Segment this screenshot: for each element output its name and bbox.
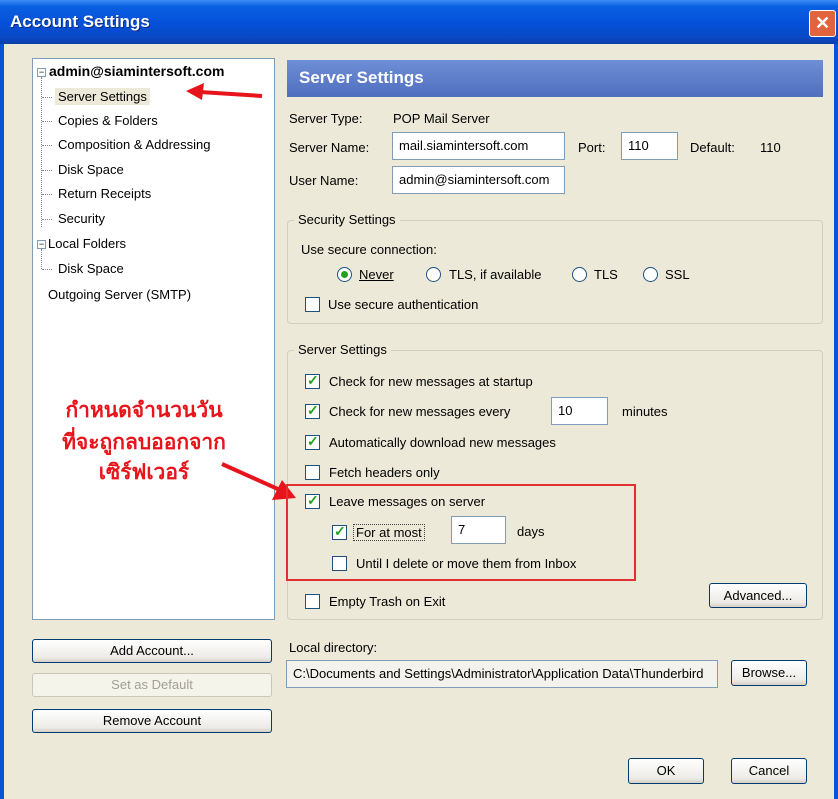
collapse-icon[interactable]: − [37, 240, 46, 249]
close-icon[interactable]: ✕ [809, 10, 836, 37]
annotation-arrow-icon [186, 83, 263, 100]
local-directory-input[interactable]: C:\Documents and Settings\Administrator\… [286, 660, 718, 688]
remove-account-label: Remove Account [102, 713, 202, 728]
tree-line [42, 145, 52, 146]
collapse-icon[interactable]: − [37, 68, 46, 77]
account-tree[interactable]: − admin@siamintersoft.com Server Setting… [32, 58, 275, 620]
check-every-label[interactable]: Check for new messages every [329, 404, 510, 419]
cancel-button[interactable]: Cancel [731, 758, 807, 784]
window-title: Account Settings [10, 12, 150, 31]
set-default-button[interactable]: Set as Default [32, 673, 272, 697]
tree-item-copies-folders[interactable]: Copies & Folders [58, 113, 158, 128]
tree-item-outgoing-server[interactable]: Outgoing Server (SMTP) [48, 287, 191, 302]
radio-never-label[interactable]: Never [359, 267, 394, 282]
secure-auth-checkbox[interactable] [305, 297, 320, 312]
default-port-label: Default: [690, 140, 735, 155]
add-account-button[interactable]: Add Account... [32, 639, 272, 663]
browse-label: Browse... [741, 665, 797, 680]
radio-tls-if-available[interactable] [426, 267, 441, 282]
server-type-label: Server Type: [289, 111, 363, 126]
check-every-input[interactable]: 10 [551, 397, 608, 425]
tree-line [42, 219, 52, 220]
radio-tls-if-available-label[interactable]: TLS, if available [449, 267, 542, 282]
add-account-label: Add Account... [110, 643, 194, 658]
port-label: Port: [578, 140, 606, 155]
ok-button[interactable]: OK [628, 758, 704, 784]
panel-header: Server Settings [287, 60, 823, 97]
cancel-label: Cancel [748, 763, 790, 778]
tree-line [42, 269, 52, 270]
fetch-headers-checkbox[interactable] [305, 465, 320, 480]
window-border-right [834, 44, 838, 799]
window-border-left [0, 44, 4, 799]
secure-auth-label[interactable]: Use secure authentication [328, 297, 478, 312]
empty-trash-checkbox[interactable] [305, 594, 320, 609]
server-name-input[interactable]: mail.siamintersoft.com [392, 132, 565, 160]
fetch-headers-label[interactable]: Fetch headers only [329, 465, 440, 480]
highlight-box [286, 484, 636, 581]
set-default-label: Set as Default [111, 677, 193, 692]
tree-line [42, 194, 52, 195]
empty-trash-label[interactable]: Empty Trash on Exit [329, 594, 445, 609]
browse-button[interactable]: Browse... [731, 660, 807, 686]
default-port-value: 110 [760, 140, 781, 155]
radio-ssl[interactable] [643, 267, 658, 282]
security-settings-title: Security Settings [294, 212, 400, 227]
tree-item-security[interactable]: Security [58, 211, 105, 226]
auto-download-checkbox[interactable] [305, 433, 320, 450]
user-name-input[interactable]: admin@siamintersoft.com [392, 166, 565, 194]
check-startup-label[interactable]: Check for new messages at startup [329, 374, 533, 389]
minutes-label: minutes [622, 404, 668, 419]
radio-tls-label[interactable]: TLS [594, 267, 618, 282]
tree-line [42, 170, 52, 171]
annotation-line-1: กำหนดจำนวนวัน [65, 399, 223, 422]
tree-item-account[interactable]: admin@siamintersoft.com [49, 63, 224, 79]
local-directory-label: Local directory: [289, 640, 378, 655]
page-title: Server Settings [299, 68, 424, 87]
tree-line [42, 97, 52, 98]
tree-line [42, 121, 52, 122]
advanced-label: Advanced... [723, 588, 793, 603]
annotation-line-2: ที่จะถูกลบออกจาก [62, 431, 226, 454]
auto-download-label[interactable]: Automatically download new messages [329, 435, 556, 450]
check-every-checkbox[interactable] [305, 402, 320, 419]
port-input[interactable]: 110 [621, 132, 678, 160]
server-settings-title: Server Settings [294, 342, 391, 357]
tree-line [41, 77, 42, 227]
server-name-label: Server Name: [289, 140, 370, 155]
advanced-button[interactable]: Advanced... [709, 583, 807, 608]
ok-label: OK [656, 763, 676, 778]
server-type-value: POP Mail Server [393, 111, 490, 126]
tree-item-server-settings[interactable]: Server Settings [55, 88, 150, 105]
tree-line [41, 249, 42, 269]
tree-item-return-receipts[interactable]: Return Receipts [58, 186, 151, 201]
remove-account-button[interactable]: Remove Account [32, 709, 272, 733]
tree-item-local-disk-space[interactable]: Disk Space [58, 261, 124, 276]
user-name-label: User Name: [289, 173, 359, 188]
tree-item-composition[interactable]: Composition & Addressing [58, 137, 210, 152]
check-startup-checkbox[interactable] [305, 372, 320, 389]
radio-never[interactable] [337, 267, 352, 282]
radio-tls[interactable] [572, 267, 587, 282]
tree-item-local-folders[interactable]: Local Folders [48, 236, 126, 251]
use-secure-connection-label: Use secure connection: [301, 242, 437, 257]
radio-ssl-label[interactable]: SSL [665, 267, 690, 282]
tree-item-disk-space[interactable]: Disk Space [58, 162, 124, 177]
